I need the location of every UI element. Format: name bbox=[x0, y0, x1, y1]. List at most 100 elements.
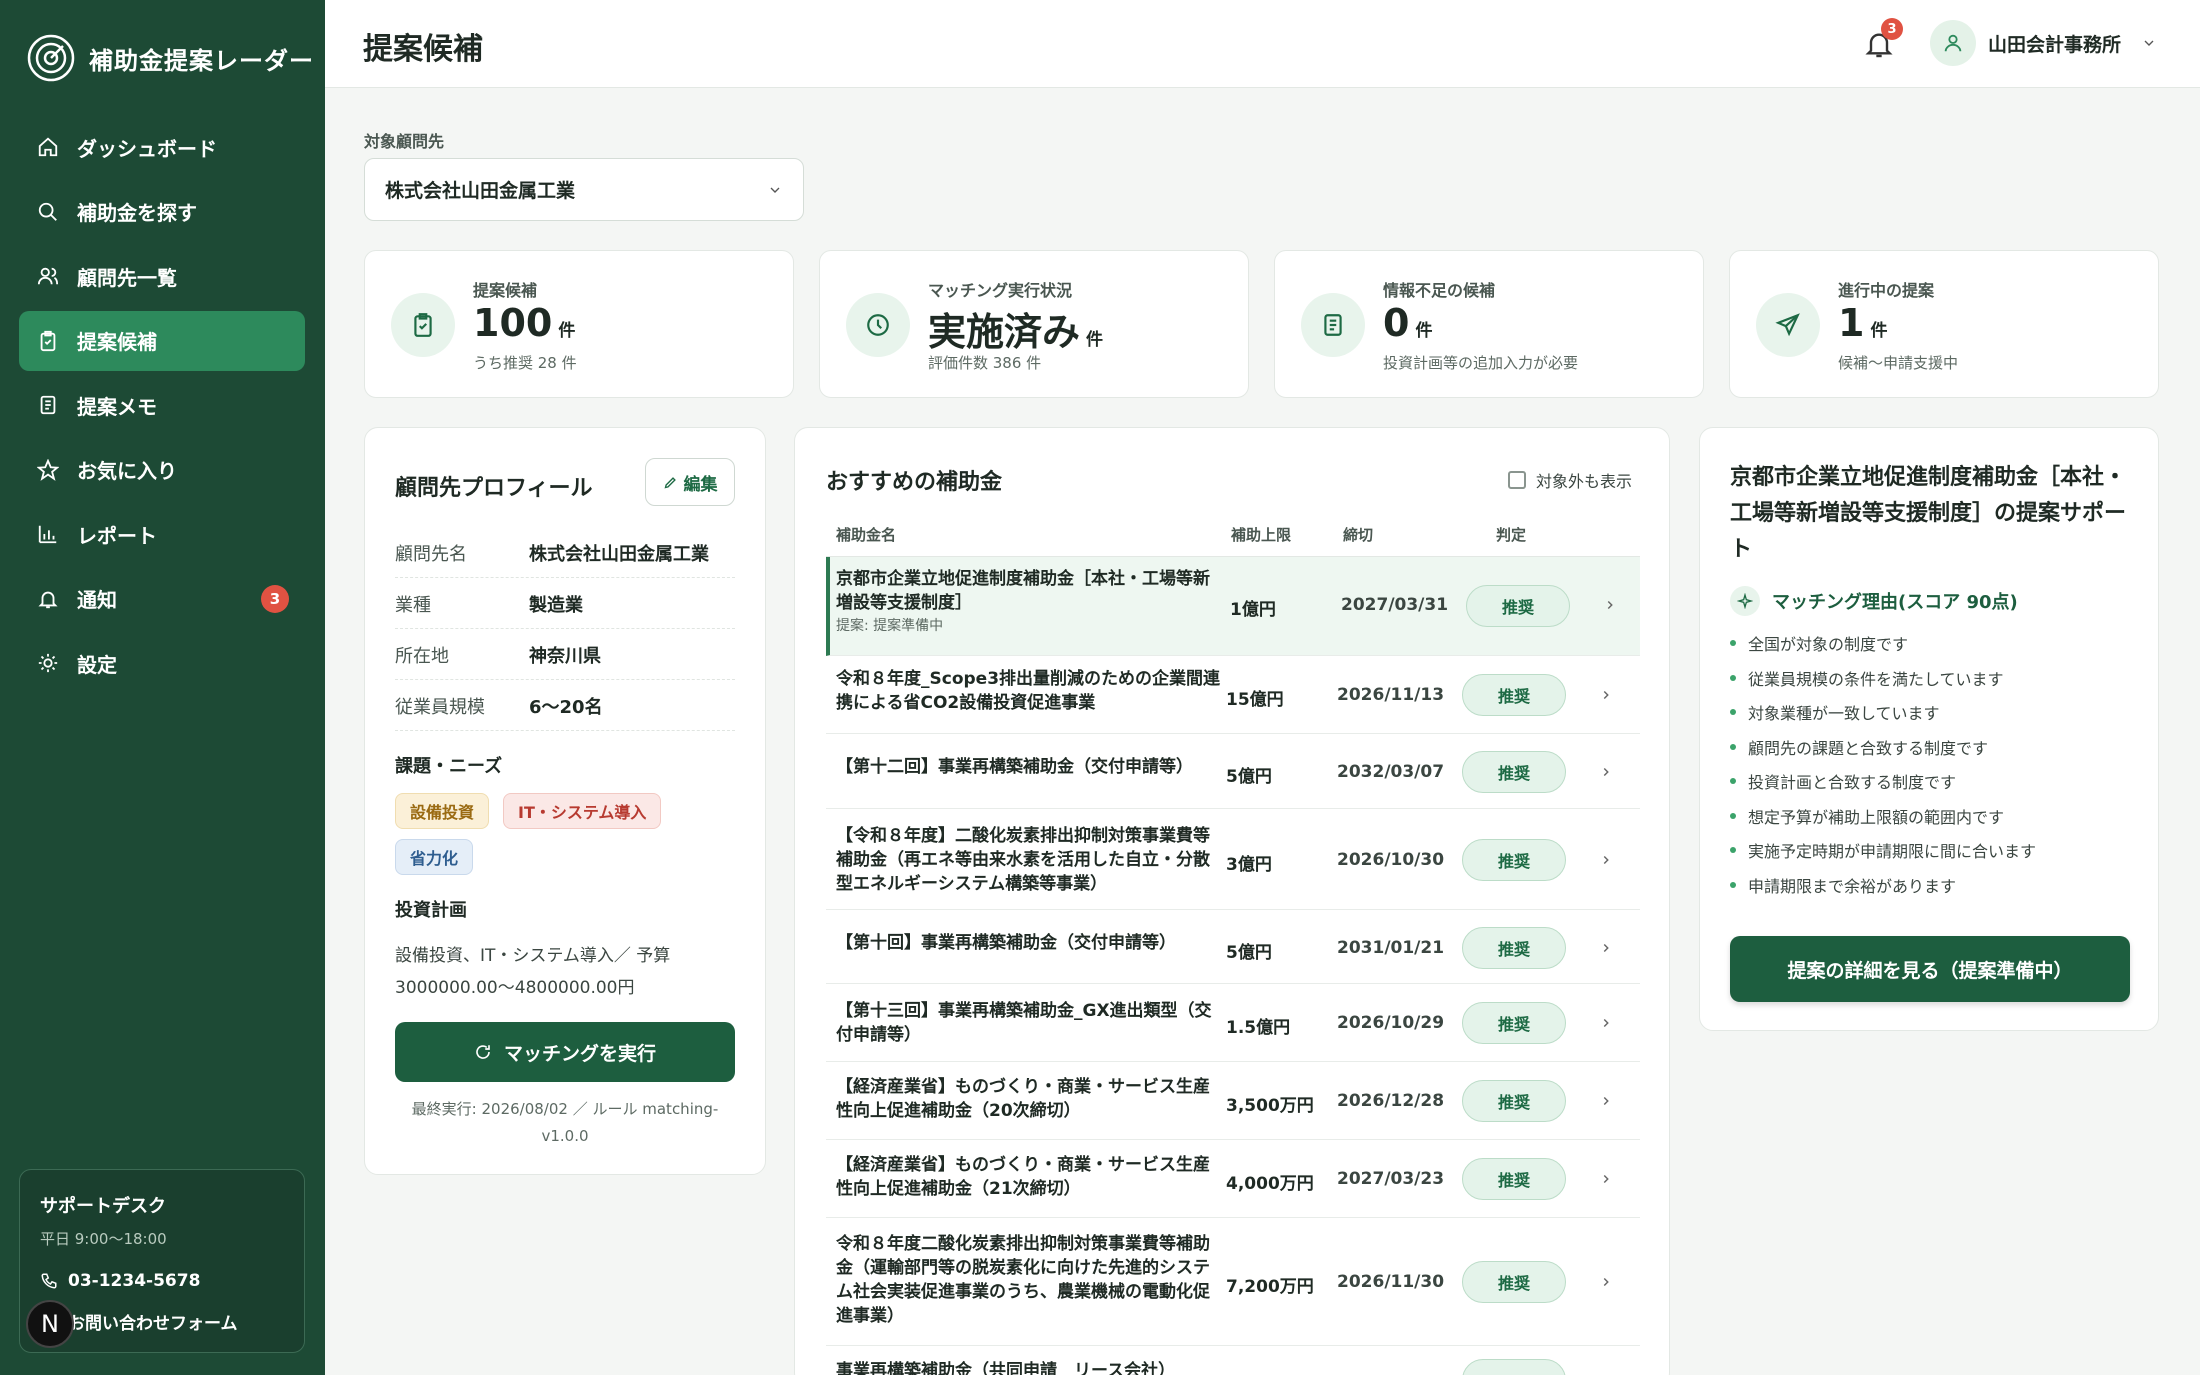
table-row[interactable]: 事業再構築補助金（共同申請 リース会社） bbox=[826, 1347, 1640, 1375]
stat-value: 0件 bbox=[1383, 301, 1432, 345]
subsidy-name: 令和８年度_Scope3排出量削減のための企業間連携による省CO2設備投資促進事… bbox=[836, 667, 1222, 715]
bullet-icon bbox=[1730, 881, 1736, 888]
support-contact-form-link[interactable]: お問い合わせフォーム bbox=[40, 1309, 284, 1334]
gear-icon bbox=[37, 652, 59, 674]
user-menu[interactable]: 山田会計事務所 bbox=[1930, 20, 2157, 66]
table-row[interactable]: 【令和８年度】二酸化炭素排出抑制対策事業費等補助金（再エネ等由来水素を活用した自… bbox=[826, 810, 1640, 910]
bullet-icon bbox=[1730, 674, 1736, 681]
sidebar-item-label: 提案メモ bbox=[77, 394, 157, 419]
subsidy-name: 事業再構築補助金（共同申請 リース会社） bbox=[836, 1359, 1222, 1375]
reason-text: 顧問先の課題と合致する制度です bbox=[1748, 738, 1989, 758]
sidebar-item-label: 通知 bbox=[77, 588, 117, 612]
sidebar-item-settings[interactable]: 設定 bbox=[19, 633, 305, 693]
stat-number: 実施済み bbox=[928, 310, 1081, 354]
chevron-right-icon[interactable] bbox=[1596, 685, 1616, 705]
table-row[interactable]: 【第十二回】事業再構築補助金（交付申請等） 5億円 2032/03/07 推奨 bbox=[826, 735, 1640, 809]
subsidy-amount: 1.5億円 bbox=[1226, 1018, 1291, 1038]
table-row[interactable]: 【第十三回】事業再構築補助金_GX進出類型（交付申請等） 1.5億円 2026/… bbox=[826, 985, 1640, 1062]
stat-value: 1件 bbox=[1838, 301, 1887, 345]
view-proposal-details-button[interactable]: 提案の詳細を見る（提案準備中） bbox=[1730, 936, 2130, 1002]
stat-label: 提案候補 bbox=[473, 281, 538, 300]
subsidy-name: 京都市企業立地促進制度補助金［本社・工場等新増設等支援制度］ 提案: 提案準備中 bbox=[836, 567, 1222, 637]
subsidy-name: 【令和８年度】二酸化炭素排出抑制対策事業費等補助金（再エネ等由来水素を活用した自… bbox=[836, 824, 1222, 896]
chevron-right-icon[interactable] bbox=[1600, 595, 1620, 615]
client-select[interactable]: 株式会社山田金属工業 bbox=[364, 158, 804, 221]
subsidy-name: 【第十三回】事業再構築補助金_GX進出類型（交付申請等） bbox=[836, 999, 1222, 1047]
sidebar-item-reports[interactable]: レポート bbox=[19, 504, 305, 564]
home-icon bbox=[37, 136, 59, 158]
n-logo-icon[interactable]: N bbox=[26, 1300, 74, 1348]
subsidy-title: 【第十二回】事業再構築補助金（交付申請等） bbox=[836, 757, 1193, 777]
column-header-verdict[interactable]: 判定 bbox=[1496, 524, 1526, 545]
pencil-icon bbox=[664, 476, 676, 488]
invest-title: 投資計画 bbox=[395, 900, 467, 921]
reason-text: 対象業種が一致しています bbox=[1748, 704, 1940, 724]
chevron-right-icon[interactable] bbox=[1596, 938, 1616, 958]
show-excluded-checkbox[interactable] bbox=[1508, 471, 1526, 489]
sidebar-item-favorites[interactable]: お気に入り bbox=[19, 440, 305, 500]
subsidy-amount: 3,500万円 bbox=[1226, 1096, 1314, 1116]
table-row[interactable]: 【経済産業省】ものづくり・商業・サービス生産性向上促進補助金（20次締切） 3,… bbox=[826, 1063, 1640, 1140]
chevron-right-icon[interactable] bbox=[1596, 1272, 1616, 1292]
reason-text: 従業員規模の条件を満たしています bbox=[1748, 669, 2004, 689]
verdict-badge: 推奨 bbox=[1462, 839, 1566, 881]
edit-button[interactable]: 編集 bbox=[645, 458, 735, 506]
recommended-subsidies-card: おすすめの補助金 対象外も表示 補助金名 補助上限 締切 判定 京都市企業立地促… bbox=[794, 427, 1670, 1375]
sidebar-item-proposal-candidates[interactable]: 提案候補 bbox=[19, 310, 305, 371]
table-row[interactable]: 【経済産業省】ものづくり・商業・サービス生産性向上促進補助金（21次締切） 4,… bbox=[826, 1141, 1640, 1218]
verdict-badge: 推奨 bbox=[1462, 1002, 1566, 1044]
sidebar-item-search[interactable]: 補助金を探す bbox=[19, 182, 305, 242]
chevron-right-icon[interactable] bbox=[1596, 1091, 1616, 1111]
support-title: サポートデスク bbox=[40, 1196, 166, 1217]
bullet-icon bbox=[1730, 778, 1736, 785]
stat-label: 情報不足の候補 bbox=[1383, 281, 1496, 300]
sidebar-item-clients[interactable]: 顧問先一覧 bbox=[19, 246, 305, 306]
table-row[interactable]: 令和８年度二酸化炭素排出抑制対策事業費等補助金（運輸部門等の脱炭素化に向けた先進… bbox=[826, 1219, 1640, 1346]
subsidy-title: 【令和８年度】二酸化炭素排出抑制対策事業費等補助金（再エネ等由来水素を活用した自… bbox=[836, 826, 1210, 894]
chevron-right-icon[interactable] bbox=[1596, 1169, 1616, 1189]
subsidy-title: 【経済産業省】ものづくり・商業・サービス生産性向上促進補助金（21次締切） bbox=[836, 1155, 1210, 1199]
table-row[interactable]: 【第十回】事業再構築補助金（交付申請等） 5億円 2031/01/21 推奨 bbox=[826, 911, 1640, 984]
refresh-icon bbox=[476, 1045, 490, 1059]
table-row[interactable]: 令和８年度_Scope3排出量削減のための企業間連携による省CO2設備投資促進事… bbox=[826, 657, 1640, 734]
show-excluded-toggle[interactable]: 対象外も表示 bbox=[1508, 468, 1632, 492]
app-name: 補助金提案レーダー bbox=[89, 46, 314, 75]
sidebar-item-notifications[interactable]: 通知 3 bbox=[19, 569, 305, 629]
clock-icon bbox=[846, 293, 910, 357]
subsidy-title: 【第十三回】事業再構築補助金_GX進出類型（交付申請等） bbox=[836, 1001, 1212, 1045]
subsidy-amount: 7,200万円 bbox=[1226, 1277, 1314, 1297]
subsidy-amount: 3億円 bbox=[1226, 855, 1272, 875]
subsidy-title: 【経済産業省】ものづくり・商業・サービス生産性向上促進補助金（20次締切） bbox=[836, 1077, 1210, 1121]
need-tag: 設備投資 bbox=[395, 793, 490, 829]
subsidy-deadline: 2027/03/23 bbox=[1337, 1169, 1445, 1189]
subsidy-deadline: 2026/10/29 bbox=[1337, 1013, 1445, 1033]
user-name: 山田会計事務所 bbox=[1988, 33, 2122, 56]
chevron-right-icon[interactable] bbox=[1596, 850, 1616, 870]
stat-sub: 評価件数 386 件 bbox=[928, 354, 1042, 372]
sidebar-item-proposal-memo[interactable]: 提案メモ bbox=[19, 375, 305, 435]
sidebar-item-label: 補助金を探す bbox=[77, 201, 197, 225]
support-hours: 平日 9:00〜18:00 bbox=[40, 1230, 167, 1248]
notification-count-badge: 3 bbox=[261, 584, 289, 613]
sidebar-item-label: 提案候補 bbox=[77, 330, 157, 354]
column-header-amount[interactable]: 補助上限 bbox=[1231, 524, 1291, 545]
column-header-deadline[interactable]: 締切 bbox=[1343, 524, 1373, 545]
subsidy-name: 令和８年度二酸化炭素排出抑制対策事業費等補助金（運輸部門等の脱炭素化に向けた先進… bbox=[836, 1232, 1222, 1328]
chevron-right-icon[interactable] bbox=[1596, 762, 1616, 782]
subsidy-name: 【経済産業省】ものづくり・商業・サービス生産性向上促進補助金（21次締切） bbox=[836, 1153, 1222, 1201]
profile-row-location: 所在地 神奈川県 bbox=[395, 630, 735, 680]
column-header-name[interactable]: 補助金名 bbox=[836, 524, 896, 545]
run-matching-button[interactable]: マッチングを実行 bbox=[395, 1022, 735, 1082]
bullet-icon bbox=[1730, 743, 1736, 750]
invest-plan-text: 設備投資、IT・システム導入／ 予算 3000000.00〜4800000.00… bbox=[395, 946, 671, 998]
verdict-badge: 推奨 bbox=[1462, 674, 1566, 716]
list-item: 顧問先の課題と合致する制度です bbox=[1730, 730, 2140, 765]
subsidy-deadline: 2026/11/13 bbox=[1337, 685, 1445, 705]
table-row[interactable]: 京都市企業立地促進制度補助金［本社・工場等新増設等支援制度］ 提案: 提案準備中… bbox=[826, 557, 1640, 656]
sidebar-item-dashboard[interactable]: ダッシュボード bbox=[19, 117, 305, 177]
matching-reason-list: 全国が対象の制度です 従業員規模の条件を満たしています 対象業種が一致しています… bbox=[1730, 626, 2140, 902]
chevron-right-icon[interactable] bbox=[1596, 1013, 1616, 1033]
brand[interactable]: 補助金提案レーダー bbox=[27, 34, 314, 82]
support-phone[interactable]: 03-1234-5678 bbox=[40, 1271, 284, 1291]
chevron-down-icon bbox=[770, 187, 780, 193]
